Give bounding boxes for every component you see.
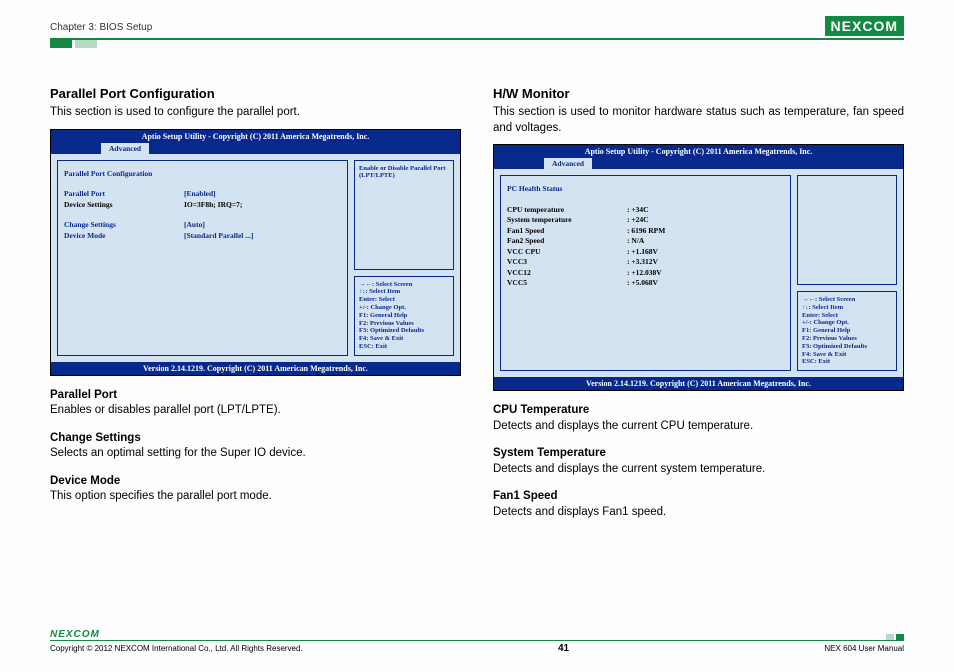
tab-marks — [50, 40, 904, 48]
chapter-title: Chapter 3: BIOS Setup — [50, 22, 152, 36]
footer-bar: NEXCOM Copyright © 2012 NEXCOM Internati… — [50, 629, 904, 655]
desc-block: Fan1 Speed Detects and displays Fan1 spe… — [493, 489, 904, 520]
desc-block: Change Settings Selects an optimal setti… — [50, 431, 461, 462]
logo: NEXCOM — [825, 16, 904, 36]
bios-tab-advanced: Advanced — [101, 143, 149, 154]
bios-screenshot-right: Aptio Setup Utility - Copyright (C) 2011… — [493, 144, 904, 391]
bios-heading: PC Health Status — [507, 184, 784, 195]
section-title: H/W Monitor — [493, 86, 904, 101]
tab-marks-bottom — [886, 634, 904, 640]
bios-footer: Version 2.14.1219. Copyright (C) 2011 Am… — [494, 377, 903, 390]
section-title: Parallel Port Configuration — [50, 86, 461, 101]
bios-heading: Parallel Port Configuration — [64, 169, 341, 180]
bios-row: Device Mode [Standard Parallel ...] — [64, 231, 341, 242]
bios-tabs: Advanced — [51, 143, 460, 154]
desc-block: CPU Temperature Detects and displays the… — [493, 403, 904, 434]
desc-block: Device Mode This option specifies the pa… — [50, 474, 461, 505]
bios-help-panel — [797, 175, 897, 285]
section-intro: This section is used to monitor hardware… — [493, 105, 904, 136]
bios-main-panel: Parallel Port Configuration Parallel Por… — [57, 160, 348, 356]
bios-keys-panel: →←: Select Screen ↑↓: Select Item Enter:… — [797, 291, 897, 371]
right-column: H/W Monitor This section is used to moni… — [493, 86, 904, 520]
left-column: Parallel Port Configuration This section… — [50, 86, 461, 520]
section-intro: This section is used to configure the pa… — [50, 105, 461, 121]
bios-row: Device Settings IO=3F8h; IRQ=7; — [64, 200, 341, 211]
bios-row: Parallel Port [Enabled] — [64, 189, 341, 200]
desc-block: System Temperature Detects and displays … — [493, 446, 904, 477]
bios-titlebar: Aptio Setup Utility - Copyright (C) 2011… — [494, 145, 903, 158]
footer-logo: NEXCOM — [50, 629, 100, 640]
bios-tabs: Advanced — [494, 158, 903, 169]
bios-screenshot-left: Aptio Setup Utility - Copyright (C) 2011… — [50, 129, 461, 376]
bios-footer: Version 2.14.1219. Copyright (C) 2011 Am… — [51, 362, 460, 375]
bios-help-panel: Enable or Disable Parallel Port (LPT/LPT… — [354, 160, 454, 270]
bios-titlebar: Aptio Setup Utility - Copyright (C) 2011… — [51, 130, 460, 143]
bios-row: Change Settings [Auto] — [64, 220, 341, 231]
bios-main-panel: PC Health Status CPU temperature: +34C S… — [500, 175, 791, 371]
bios-tab-advanced: Advanced — [544, 158, 592, 169]
page-number: 41 — [558, 643, 569, 654]
bios-keys-panel: →←: Select Screen ↑↓: Select Item Enter:… — [354, 276, 454, 356]
header-bar: Chapter 3: BIOS Setup NEXCOM — [50, 16, 904, 36]
copyright: Copyright © 2012 NEXCOM International Co… — [50, 644, 303, 653]
doc-title: NEX 604 User Manual — [824, 644, 904, 653]
desc-block: Parallel Port Enables or disables parall… — [50, 388, 461, 419]
